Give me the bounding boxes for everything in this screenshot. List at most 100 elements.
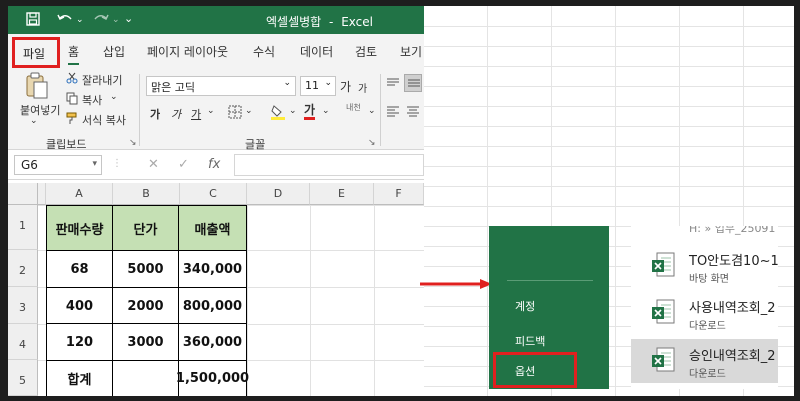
align-middle-icon[interactable]	[404, 74, 422, 92]
clipboard-dialog-launcher-icon[interactable]: ↘	[129, 138, 137, 148]
column-header-f[interactable]: F	[374, 183, 424, 205]
column-header	[38, 183, 46, 205]
table-cell[interactable]: 68	[46, 250, 113, 288]
gridline	[424, 46, 794, 47]
italic-button[interactable]: 가	[171, 106, 181, 122]
options-highlight[interactable]: 옵션	[493, 352, 577, 388]
align-center-icon[interactable]	[406, 106, 420, 121]
tab-insert[interactable]: 삽입	[103, 43, 125, 60]
gridline	[424, 186, 794, 187]
select-all-corner[interactable]	[8, 183, 38, 205]
menu-item-account[interactable]: 계정	[515, 298, 535, 314]
fill-color-icon[interactable]	[270, 104, 286, 123]
font-name-box[interactable]: 맑은 고딕 ⌄	[146, 76, 296, 96]
gridline	[615, 6, 616, 396]
column-header-b[interactable]: B	[113, 183, 180, 205]
underline-dropdown-icon[interactable]: ⌄	[207, 106, 215, 116]
undo-dropdown-icon[interactable]: ⌄	[76, 15, 84, 25]
phonetic-dropdown-icon[interactable]: ⌄	[368, 106, 376, 116]
menu-item-feedback[interactable]: 피드백	[515, 333, 545, 349]
row-header-4[interactable]: 4	[8, 324, 38, 360]
copy-button[interactable]: 복사	[82, 92, 102, 108]
menu-item-options[interactable]: 옵션	[515, 363, 535, 379]
underline-button[interactable]: 가	[191, 106, 201, 122]
insert-function-icon[interactable]: fx	[208, 157, 220, 172]
list-item[interactable]: H: » 업무_25091	[631, 226, 778, 236]
borders-icon[interactable]	[228, 105, 242, 122]
column-header-c[interactable]: C	[180, 183, 247, 205]
tab-data[interactable]: 데이터	[300, 43, 333, 60]
table-header-cell[interactable]: 단가	[112, 205, 179, 251]
paste-dropdown-icon[interactable]: ⌄	[30, 116, 38, 126]
row-header-3[interactable]: 3	[8, 287, 38, 324]
customize-quick-access-icon[interactable]: ⌄	[124, 12, 133, 25]
file-location-partial: H: » 업무_25091	[689, 226, 776, 235]
fill-color-dropdown-icon[interactable]: ⌄	[289, 106, 297, 116]
row-header-1[interactable]: 1	[8, 205, 38, 250]
recent-file-item[interactable]: TO안도겸10~11 바탕 화면	[631, 244, 778, 288]
paste-button[interactable]: 붙여넣기	[20, 102, 60, 118]
table-cell[interactable]: 120	[46, 323, 113, 361]
cut-icon	[66, 72, 78, 87]
tab-file[interactable]: 파일	[12, 37, 60, 68]
redo-dropdown-icon[interactable]: ⌄	[112, 15, 120, 25]
name-box-dropdown-icon[interactable]: ▾	[92, 159, 97, 169]
font-color-button[interactable]: 가	[304, 103, 316, 120]
row-header-2[interactable]: 2	[8, 250, 38, 287]
worksheet-grid[interactable]: ABCDEF 12345 판매수량 단가 매출액 68 5000 340,000 400 20…	[8, 180, 424, 396]
format-painter-button[interactable]: 서식 복사	[82, 112, 126, 128]
table-cell[interactable]	[112, 360, 179, 396]
table-cell[interactable]: 2000	[112, 287, 179, 325]
table-cell[interactable]: 800,000	[178, 287, 247, 325]
format-painter-icon	[66, 112, 79, 128]
grow-font-button[interactable]: 가	[340, 78, 351, 95]
font-size-dropdown-icon[interactable]: ⌄	[324, 78, 332, 88]
name-box[interactable]: G6 ▾	[14, 155, 102, 175]
column-header-a[interactable]: A	[46, 183, 113, 205]
column-header-d[interactable]: D	[247, 183, 310, 205]
tab-page-layout[interactable]: 페이지 레이아웃	[147, 43, 228, 60]
tab-review[interactable]: 검토	[355, 43, 377, 60]
table-header-cell[interactable]: 판매수량	[46, 205, 113, 251]
font-name-dropdown-icon[interactable]: ⌄	[283, 78, 291, 88]
menu-divider	[507, 280, 593, 281]
formula-input[interactable]	[234, 154, 424, 176]
font-color-dropdown-icon[interactable]: ⌄	[322, 106, 330, 116]
shrink-font-button[interactable]: 가	[358, 80, 367, 95]
enter-icon[interactable]: ✓	[178, 157, 189, 172]
table-cell[interactable]: 360,000	[178, 323, 247, 361]
table-cell[interactable]: 400	[46, 287, 113, 325]
total-label-cell[interactable]: 합계	[46, 360, 113, 396]
tab-view[interactable]: 보기	[400, 43, 422, 60]
tab-home[interactable]: 홈	[68, 43, 80, 65]
cancel-icon[interactable]: ✕	[148, 157, 159, 172]
font-dialog-launcher-icon[interactable]: ↘	[368, 138, 376, 148]
table-cell[interactable]: 5000	[112, 250, 179, 288]
align-left-icon[interactable]	[386, 106, 400, 121]
ribbon-tabs: 파일 홈 삽입 페이지 레이아웃 수식 데이터 검토 보기	[8, 34, 424, 68]
copy-dropdown-icon[interactable]: ⌄	[110, 92, 118, 102]
recent-file-item[interactable]: 승인내역조회_2 다운로드	[631, 339, 778, 383]
table-header-cell[interactable]: 매출액	[178, 205, 247, 251]
align-top-icon[interactable]	[386, 78, 400, 93]
tab-formulas[interactable]: 수식	[253, 43, 275, 60]
font-size-box[interactable]: 11 ⌄	[300, 76, 336, 96]
cut-button[interactable]: 잘라내기	[82, 72, 122, 88]
redo-icon[interactable]	[92, 12, 110, 30]
table-cell[interactable]: 340,000	[178, 250, 247, 288]
total-value-cell[interactable]: 1,500,000	[176, 360, 249, 396]
pointer-arrow-icon	[420, 279, 492, 289]
recent-file-name: 승인내역조회_2	[689, 349, 776, 364]
save-icon[interactable]	[26, 12, 40, 30]
row-header-5[interactable]: 5	[8, 360, 38, 396]
borders-dropdown-icon[interactable]: ⌄	[245, 106, 253, 116]
recent-file-item[interactable]: 사용내역조회_2 다운로드	[631, 291, 778, 335]
bold-button[interactable]: 가	[150, 106, 160, 122]
paste-icon[interactable]	[24, 72, 50, 103]
gridline	[310, 205, 311, 396]
table-cell[interactable]: 3000	[112, 323, 179, 361]
phonetic-button[interactable]: 내천	[346, 102, 361, 113]
undo-icon[interactable]	[56, 12, 74, 30]
excel-file-icon	[652, 299, 675, 324]
column-header-e[interactable]: E	[310, 183, 374, 205]
